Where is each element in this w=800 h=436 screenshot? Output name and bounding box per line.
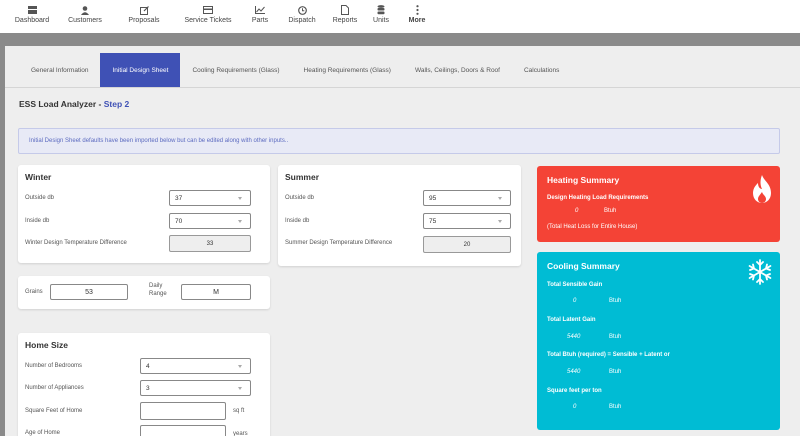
chevron-down-icon xyxy=(498,220,502,223)
winter-inside-select[interactable]: 70 xyxy=(169,213,251,229)
heating-summary-card: Heating Summary Design Heating Load Requ… xyxy=(537,166,780,242)
heating-req-unit: Btuh xyxy=(604,208,617,214)
main-content: General Information Initial Design Sheet… xyxy=(5,46,800,436)
winter-outside-select[interactable]: 37 xyxy=(169,190,251,206)
home-size-title: Home Size xyxy=(25,340,68,350)
summer-outside-label: Outside db xyxy=(285,195,315,201)
step-label: Step 2 xyxy=(103,99,130,109)
sqft-per-ton-unit: Btuh xyxy=(609,404,622,410)
document-icon xyxy=(339,5,351,15)
summer-diff-value: 20 xyxy=(423,236,511,253)
latent-gain-value: 5440 xyxy=(567,334,581,340)
daily-range-label-2: Range xyxy=(149,291,167,297)
tab-initial-design-sheet[interactable]: Initial Design Sheet xyxy=(100,53,181,87)
tab-general-information[interactable]: General Information xyxy=(5,53,100,87)
chevron-down-icon xyxy=(238,365,242,368)
sensible-gain-label: Total Sensible Gain xyxy=(547,282,603,288)
edit-icon xyxy=(138,5,150,15)
total-btuh-label: Total Btuh (required) = Sensible + Laten… xyxy=(547,352,670,358)
chevron-down-icon xyxy=(238,197,242,200)
tab-calculations[interactable]: Calculations xyxy=(512,53,571,87)
bedrooms-label: Number of Bedrooms xyxy=(25,363,83,369)
grains-label: Grains xyxy=(25,289,43,295)
age-label: Age of Home xyxy=(25,430,61,436)
page-title: ESS Load Analyzer - Step 2 xyxy=(19,99,130,109)
summer-title: Summer xyxy=(285,172,320,182)
heating-summary-title: Heating Summary xyxy=(547,175,620,185)
winter-card: Winter Outside db 37 Inside db 70 Winter… xyxy=(18,165,270,263)
info-alert: Initial Design Sheet defaults have been … xyxy=(18,128,780,154)
tab-heating-requirements[interactable]: Heating Requirements (Glass) xyxy=(292,53,403,87)
summer-outside-select[interactable]: 95 xyxy=(423,190,511,206)
tab-cooling-requirements[interactable]: Cooling Requirements (Glass) xyxy=(180,53,291,87)
nav-customers[interactable]: Customers xyxy=(58,0,112,33)
heating-req-label: Design Heating Load Requirements xyxy=(547,195,649,201)
grains-card: Grains 53 Daily Range M xyxy=(18,276,270,309)
latent-gain-unit: Btuh xyxy=(609,334,622,340)
winter-title: Winter xyxy=(25,172,52,182)
nav-reports[interactable]: Reports xyxy=(330,0,360,33)
winter-diff-value: 33 xyxy=(169,235,251,252)
appliances-label: Number of Appliances xyxy=(25,385,84,391)
winter-outside-label: Outside db xyxy=(25,195,55,201)
cooling-summary-card: Cooling Summary Total Sensible Gain 0 Bt… xyxy=(537,252,780,430)
age-unit: years xyxy=(233,431,248,436)
summer-inside-label: Inside db xyxy=(285,218,310,224)
bedrooms-select[interactable]: 4 xyxy=(140,358,251,374)
step-tabs: General Information Initial Design Sheet… xyxy=(5,53,571,87)
nav-proposals[interactable]: Proposals xyxy=(120,0,168,33)
nav-more[interactable]: More xyxy=(406,0,428,33)
sensible-gain-unit: Btuh xyxy=(609,298,622,304)
sqft-input[interactable] xyxy=(140,402,226,420)
database-icon xyxy=(375,5,387,15)
cooling-summary-title: Cooling Summary xyxy=(547,261,620,271)
chevron-down-icon xyxy=(498,197,502,200)
home-size-card: Home Size Number of Bedrooms 4 Number of… xyxy=(18,333,270,436)
person-icon xyxy=(79,5,91,15)
sensible-gain-value: 0 xyxy=(573,298,577,304)
nav-service-tickets[interactable]: Service Tickets xyxy=(178,0,238,33)
sqft-per-ton-value: 0 xyxy=(573,404,577,410)
nav-dispatch[interactable]: Dispatch xyxy=(284,0,320,33)
nav-parts[interactable]: Parts xyxy=(248,0,272,33)
summer-inside-select[interactable]: 75 xyxy=(423,213,511,229)
summer-card: Summer Outside db 95 Inside db 75 Summer… xyxy=(278,165,521,266)
dashboard-icon xyxy=(26,5,38,15)
more-vertical-icon xyxy=(411,5,423,15)
winter-inside-label: Inside db xyxy=(25,218,50,224)
chevron-down-icon xyxy=(238,220,242,223)
snowflake-icon xyxy=(748,259,772,285)
grains-input[interactable]: 53 xyxy=(50,284,128,300)
summer-diff-label: Summer Design Temperature Difference xyxy=(285,240,393,246)
total-btuh-unit: Btuh xyxy=(609,369,622,375)
heating-req-value: 0 xyxy=(575,208,579,214)
fire-icon xyxy=(753,175,771,203)
daily-range-input[interactable]: M xyxy=(181,284,251,300)
nav-dashboard[interactable]: Dashboard xyxy=(10,0,54,33)
total-btuh-value: 5440 xyxy=(567,369,581,375)
sqft-unit: sq ft xyxy=(233,408,245,414)
sqft-label: Square Feet of Home xyxy=(25,408,83,414)
age-input[interactable] xyxy=(140,425,226,436)
clock-icon xyxy=(296,5,308,15)
tab-divider xyxy=(5,87,800,88)
heating-note: (Total Heat Loss for Entire House) xyxy=(547,224,638,230)
chart-icon xyxy=(254,5,266,15)
latent-gain-label: Total Latent Gain xyxy=(547,317,596,323)
top-navigation: Dashboard Customers Proposals Service Ti… xyxy=(0,0,800,33)
appliances-select[interactable]: 3 xyxy=(140,380,251,396)
chevron-down-icon xyxy=(238,387,242,390)
sqft-per-ton-label: Square feet per ton xyxy=(547,388,602,394)
winter-diff-label: Winter Design Temperature Difference xyxy=(25,240,127,246)
card-icon xyxy=(202,5,214,15)
daily-range-label-1: Daily xyxy=(149,283,163,289)
nav-units[interactable]: Units xyxy=(370,0,392,33)
tab-walls-ceilings[interactable]: Walls, Ceilings, Doors & Roof xyxy=(403,53,512,87)
